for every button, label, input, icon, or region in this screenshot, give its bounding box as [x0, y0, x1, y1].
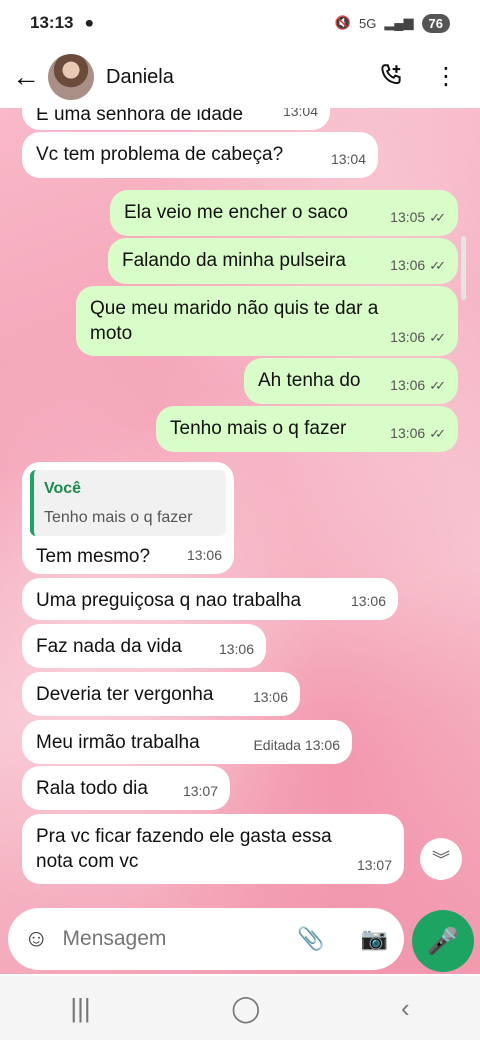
- message-time: 13:07: [182, 783, 218, 799]
- system-nav-bar: ||| ◯ ‹: [0, 976, 480, 1040]
- screen-record-icon: ⏺: [85, 14, 93, 32]
- message-composer: ☺ 📎 📷: [8, 908, 404, 970]
- sticker-icon[interactable]: ☺: [24, 925, 49, 953]
- message-bubble[interactable]: Que meu marido não quis te dar a moto 13…: [76, 286, 458, 356]
- status-icons: 🔇 5G ▂▄▆ 76: [334, 13, 450, 33]
- avatar[interactable]: [48, 54, 94, 100]
- double-check-icon: ✓✓: [429, 258, 446, 273]
- message-text: Faz nada da vida: [36, 636, 182, 657]
- more-vert-icon[interactable]: ⋮: [434, 65, 458, 89]
- battery-badge: 76: [421, 13, 450, 33]
- message-text: Tenho mais o q fazer: [170, 418, 347, 439]
- message-text: Rala todo dia: [36, 778, 148, 799]
- message-bubble[interactable]: Meu irmão trabalha Editada 13:06: [22, 720, 352, 764]
- add-call-icon[interactable]: [378, 62, 404, 93]
- double-check-icon: ✓✓: [429, 210, 446, 225]
- message-text: Ela veio me encher o saco: [124, 202, 348, 223]
- chat-area[interactable]: E uma senhora de idade 13:04 Vc tem prob…: [0, 108, 480, 974]
- home-icon[interactable]: ◯: [231, 993, 260, 1024]
- message-bubble[interactable]: Ela veio me encher o saco 13:05 ✓✓: [110, 190, 458, 236]
- message-bubble[interactable]: Pra vc ficar fazendo ele gasta essa nota…: [22, 814, 404, 884]
- camera-icon[interactable]: 📷: [361, 926, 388, 952]
- message-input[interactable]: [62, 927, 283, 951]
- message-text: Meu irmão trabalha: [36, 732, 200, 753]
- status-time: 13:13: [30, 13, 74, 32]
- message-text: Tem mesmo?: [36, 546, 151, 567]
- recent-apps-icon[interactable]: |||: [70, 993, 90, 1024]
- message-text: Deveria ter vergonha: [36, 684, 214, 705]
- message-time: 13:06: [252, 689, 288, 705]
- double-check-icon: ✓✓: [429, 378, 446, 393]
- message-time: 13:04: [330, 151, 366, 167]
- quote-author: Você: [44, 480, 82, 497]
- double-check-icon: ✓✓: [429, 426, 446, 441]
- quoted-message[interactable]: Você Tenho mais o q fazer: [30, 470, 226, 536]
- quote-text: Tenho mais o q fazer: [44, 509, 193, 526]
- mic-icon[interactable]: 🎤: [412, 910, 474, 972]
- edited-label: Editada: [253, 737, 301, 753]
- message-text: Pra vc ficar fazendo ele gasta essa nota…: [36, 826, 332, 872]
- message-bubble[interactable]: Rala todo dia 13:07: [22, 766, 230, 810]
- message-bubble[interactable]: E uma senhora de idade 13:04: [22, 108, 330, 130]
- message-bubble[interactable]: Você Tenho mais o q fazer Tem mesmo? 13:…: [22, 462, 234, 574]
- message-time: 13:06: [350, 593, 386, 609]
- back-arrow-icon[interactable]: ←: [12, 61, 42, 93]
- nav-back-icon[interactable]: ‹: [401, 993, 410, 1024]
- message-time: 13:06: [218, 641, 254, 657]
- message-bubble[interactable]: Ah tenha do 13:06 ✓✓: [244, 358, 458, 404]
- double-check-icon: ✓✓: [429, 330, 446, 345]
- message-time: 13:06: [186, 547, 222, 563]
- status-bar: 13:13 ⏺ 🔇 5G ▂▄▆ 76: [0, 0, 480, 46]
- message-text: Falando da minha pulseira: [122, 250, 346, 271]
- message-time: 13:06: [390, 425, 426, 441]
- network-label: 5G: [358, 15, 377, 31]
- message-time: 13:04: [282, 108, 318, 119]
- paperclip-icon[interactable]: 📎: [297, 926, 324, 952]
- message-time: 13:06: [390, 329, 426, 345]
- message-bubble[interactable]: Vc tem problema de cabeça? 13:04: [22, 132, 378, 178]
- message-bubble[interactable]: Tenho mais o q fazer 13:06 ✓✓: [156, 406, 458, 452]
- message-text: E uma senhora de idade: [36, 108, 244, 125]
- message-text: Ah tenha do: [258, 370, 361, 391]
- message-bubble[interactable]: Faz nada da vida 13:06: [22, 624, 266, 668]
- message-bubble[interactable]: Uma preguiçosa q nao trabalha 13:06: [22, 578, 398, 620]
- contact-name[interactable]: Daniela: [106, 66, 174, 89]
- message-time: 13:06: [304, 737, 340, 753]
- signal-icon: ▂▄▆: [384, 15, 414, 30]
- double-chevron-down-icon[interactable]: ︾: [420, 838, 462, 880]
- scrollbar[interactable]: [461, 236, 466, 300]
- message-text: Que meu marido não quis te dar a moto: [90, 298, 379, 344]
- message-text: Uma preguiçosa q nao trabalha: [36, 590, 302, 611]
- message-bubble[interactable]: Falando da minha pulseira 13:06 ✓✓: [108, 238, 458, 284]
- message-time: 13:06: [390, 257, 426, 273]
- message-text: Vc tem problema de cabeça?: [36, 144, 284, 165]
- message-time: 13:05: [390, 209, 426, 225]
- message-time: 13:06: [390, 377, 426, 393]
- message-bubble[interactable]: Deveria ter vergonha 13:06: [22, 672, 300, 716]
- chat-header: ← Daniela ⋮: [0, 46, 480, 108]
- message-time: 13:07: [356, 857, 392, 873]
- mute-icon: 🔇: [334, 15, 351, 30]
